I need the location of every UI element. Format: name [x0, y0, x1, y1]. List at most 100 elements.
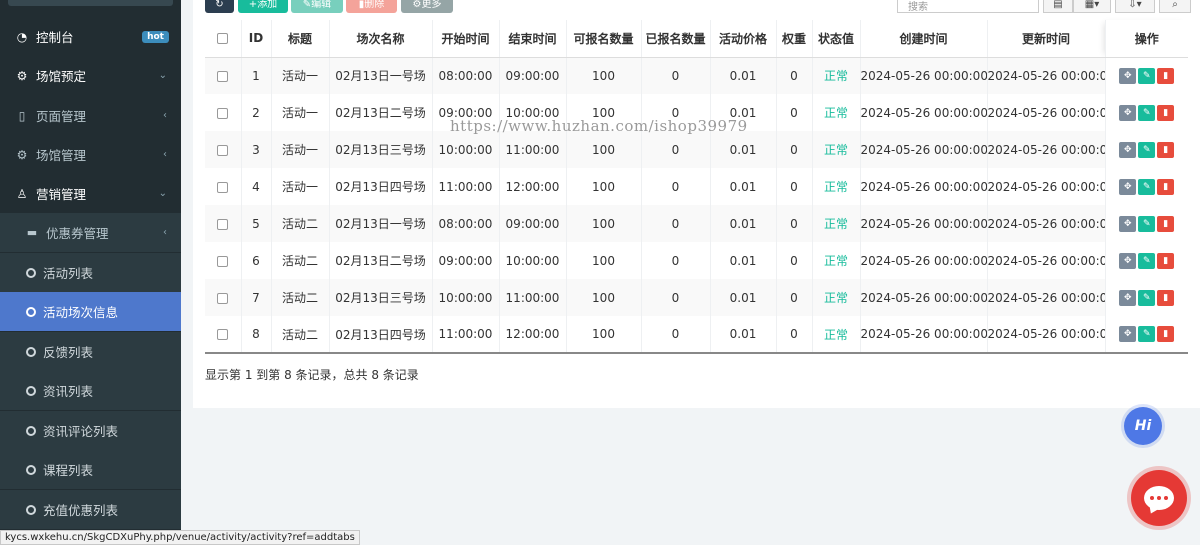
table-row[interactable]: 5 活动二 02月13日一号场 08:00:00 09:00:00 100 0 0.01 0 正常…: [205, 205, 1188, 242]
pencil-icon[interactable]: ✎: [1138, 252, 1156, 269]
table-row[interactable]: 7 活动二 02月13日三号场 10:00:00 11:00:00 100 0 0.01 0 正常…: [205, 279, 1188, 316]
row-actions: ✥ ✎ ▮: [1104, 316, 1188, 354]
table-row[interactable]: 3 活动一 02月13日三号场 10:00:00 11:00:00 100 0 0.01 0 正常…: [205, 131, 1188, 168]
pencil-icon[interactable]: ✎: [1138, 141, 1156, 158]
sidebar-item-recharge-offers[interactable]: 充值优惠列表: [0, 490, 181, 529]
column-header[interactable]: 已报名数量: [640, 20, 710, 58]
row-select-cell[interactable]: [205, 168, 241, 205]
column-header[interactable]: 状态值: [811, 20, 860, 58]
column-header[interactable]: 活动价格: [709, 20, 776, 58]
refresh-button[interactable]: ↻: [205, 0, 234, 13]
cell-status[interactable]: 正常: [811, 242, 860, 279]
column-header[interactable]: 开始时间: [431, 20, 499, 58]
table-row[interactable]: 8 活动二 02月13日四号场 11:00:00 12:00:00 100 0 0.01 0 正常…: [205, 316, 1188, 354]
sidebar-search-edge[interactable]: [8, 0, 173, 6]
column-header[interactable]: 更新时间: [986, 20, 1105, 58]
pencil-icon[interactable]: ✎: [1138, 289, 1156, 306]
more-button[interactable]: ⚙ 更多: [401, 0, 453, 13]
row-checkbox[interactable]: [217, 218, 229, 230]
column-header[interactable]: 场次名称: [328, 20, 432, 58]
select-all-checkbox[interactable]: [217, 33, 229, 45]
trash-icon[interactable]: ▮: [1157, 67, 1175, 84]
column-header[interactable]: 权重: [775, 20, 812, 58]
row-checkbox[interactable]: [217, 107, 229, 119]
trash-icon[interactable]: ▮: [1157, 178, 1175, 195]
pencil-icon[interactable]: ✎: [1138, 178, 1156, 195]
sidebar-item-activity-sessions[interactable]: 活动场次信息: [0, 292, 181, 331]
edit-button[interactable]: ✎ 编辑: [291, 0, 343, 13]
row-checkbox[interactable]: [217, 329, 229, 340]
hi-assistant-button[interactable]: Hi: [1124, 407, 1162, 445]
table-row[interactable]: 4 活动一 02月13日四号场 11:00:00 12:00:00 100 0 0.01 0 正常…: [205, 168, 1188, 205]
sidebar-item-course-list[interactable]: 课程列表: [0, 450, 181, 489]
search-toggle-button[interactable]: ⌕: [1159, 0, 1191, 13]
row-select-cell[interactable]: [205, 279, 241, 316]
cell-end: 11:00:00: [498, 131, 566, 168]
cell-status[interactable]: 正常: [811, 205, 860, 242]
trash-icon[interactable]: ▮: [1157, 326, 1175, 342]
trash-icon[interactable]: ▮: [1157, 104, 1175, 121]
trash-icon[interactable]: ▮: [1157, 215, 1175, 232]
move-icon[interactable]: ✥: [1119, 178, 1137, 195]
row-select-cell[interactable]: [205, 94, 241, 131]
sidebar-item-venue-booking[interactable]: ⚙ 场馆预定 ⌄: [0, 56, 181, 95]
move-icon[interactable]: ✥: [1119, 289, 1137, 306]
sidebar-item-page-management[interactable]: ▯ 页面管理 ‹: [0, 96, 181, 135]
row-checkbox[interactable]: [217, 70, 229, 82]
move-icon[interactable]: ✥: [1119, 326, 1137, 342]
row-checkbox[interactable]: [217, 144, 229, 156]
cell-status[interactable]: 正常: [811, 316, 860, 354]
cell-status[interactable]: 正常: [811, 131, 860, 168]
sidebar-item-dashboard[interactable]: ◔ 控制台 hot: [0, 17, 181, 56]
column-header[interactable]: 创建时间: [859, 20, 987, 58]
columns-button[interactable]: ▦▾: [1073, 0, 1111, 13]
row-select-cell[interactable]: [205, 131, 241, 168]
sidebar-item-activity-list[interactable]: 活动列表: [0, 253, 181, 292]
pencil-icon[interactable]: ✎: [1138, 215, 1156, 232]
table-row[interactable]: 1 活动一 02月13日一号场 08:00:00 09:00:00 100 0 0.01 0 正常…: [205, 57, 1188, 94]
sidebar-item-feedback-list[interactable]: 反馈列表: [0, 332, 181, 371]
move-icon[interactable]: ✥: [1119, 104, 1137, 121]
column-header[interactable]: 可报名数量: [565, 20, 641, 58]
pencil-icon[interactable]: ✎: [1138, 67, 1156, 84]
column-header[interactable]: 标题: [270, 20, 329, 58]
search-input[interactable]: 搜索: [897, 0, 1039, 13]
cell-status[interactable]: 正常: [811, 57, 860, 94]
pencil-icon[interactable]: ✎: [1138, 326, 1156, 342]
row-select-cell[interactable]: [205, 57, 241, 94]
cell-status[interactable]: 正常: [811, 168, 860, 205]
export-button[interactable]: ⇩▾: [1115, 0, 1155, 13]
delete-button[interactable]: ▮ 删除: [346, 0, 397, 13]
row-checkbox[interactable]: [217, 292, 229, 304]
row-select-cell[interactable]: [205, 316, 241, 354]
trash-icon[interactable]: ▮: [1157, 141, 1175, 158]
cell-status[interactable]: 正常: [811, 94, 860, 131]
move-icon[interactable]: ✥: [1119, 141, 1137, 158]
column-header[interactable]: 结束时间: [498, 20, 566, 58]
sidebar-item-marketing[interactable]: ♙ 营销管理 ⌄: [0, 174, 181, 213]
column-header[interactable]: ID: [240, 20, 271, 58]
row-checkbox[interactable]: [217, 181, 229, 193]
table-row[interactable]: 6 活动二 02月13日二号场 09:00:00 10:00:00 100 0 0.01 0 正常…: [205, 242, 1188, 279]
move-icon[interactable]: ✥: [1119, 67, 1137, 84]
pencil-icon[interactable]: ✎: [1138, 104, 1156, 121]
row-checkbox[interactable]: [217, 255, 229, 267]
table-row[interactable]: 2 活动一 02月13日二号场 09:00:00 10:00:00 100 0 0.01 0 正常…: [205, 94, 1188, 131]
sidebar-item-news-comments[interactable]: 资讯评论列表: [0, 411, 181, 450]
move-icon[interactable]: ✥: [1119, 252, 1137, 269]
trash-icon[interactable]: ▮: [1157, 289, 1175, 306]
select-all-cell[interactable]: [205, 20, 241, 58]
row-select-cell[interactable]: [205, 205, 241, 242]
sidebar-item-venue-management[interactable]: ⚙ 场馆管理 ‹: [0, 135, 181, 174]
sidebar-item-coupon-management[interactable]: ▬ 优惠券管理 ‹: [0, 213, 181, 252]
trash-icon[interactable]: ▮: [1157, 252, 1175, 269]
add-button[interactable]: + 添加: [238, 0, 288, 13]
move-icon[interactable]: ✥: [1119, 215, 1137, 232]
cell-weight: 0: [775, 131, 812, 168]
chat-button[interactable]: [1131, 470, 1187, 526]
sidebar-item-news-list[interactable]: 资讯列表: [0, 371, 181, 410]
circle-icon: [26, 267, 36, 278]
toggle-view-button[interactable]: ▤: [1043, 0, 1073, 13]
cell-status[interactable]: 正常: [811, 279, 860, 316]
row-select-cell[interactable]: [205, 242, 241, 279]
